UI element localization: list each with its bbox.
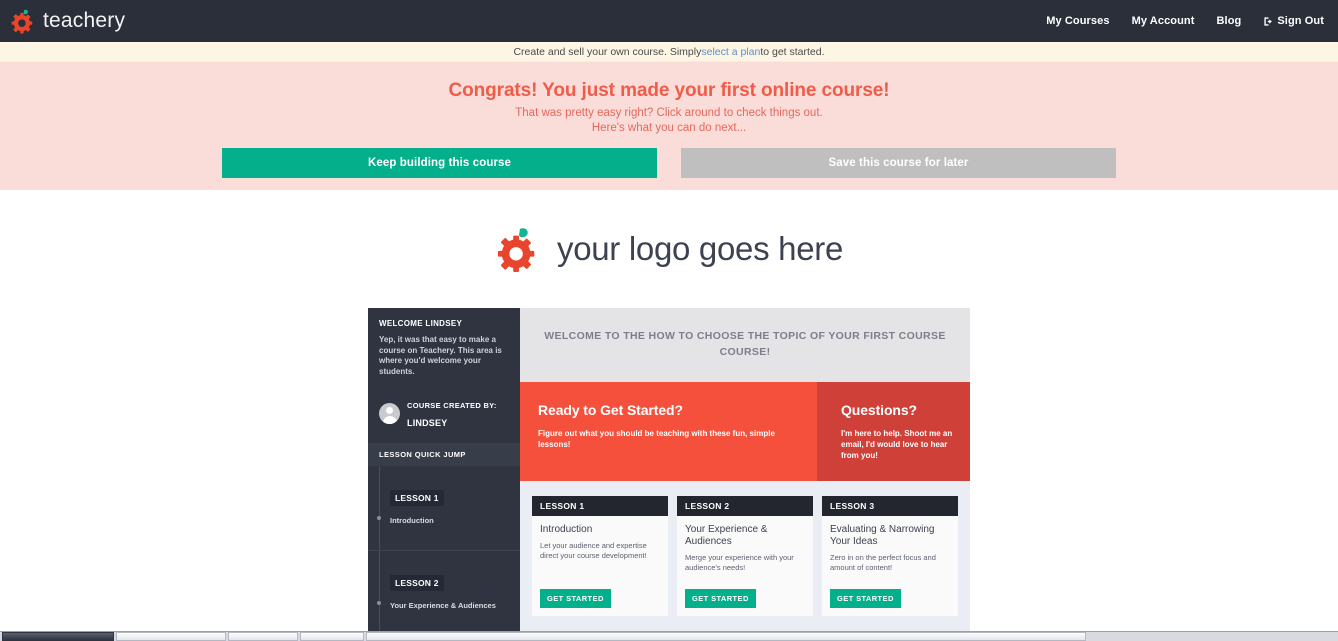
nav-link-my-courses[interactable]: My Courses: [1046, 15, 1109, 27]
course-welcome-text: WELCOME TO THE HOW TO CHOOSE THE TOPIC O…: [544, 330, 946, 358]
lesson-card-header: LESSON 1: [532, 496, 668, 516]
top-navigation-bar: teachery My Courses My Account Blog Sign…: [0, 0, 1338, 42]
lesson-card[interactable]: LESSON 2 Your Experience & Audiences Mer…: [677, 496, 813, 616]
get-started-button[interactable]: GET STARTED: [685, 589, 756, 608]
nav-links: My Courses My Account Blog Sign Out: [1046, 15, 1324, 27]
nav-link-my-account[interactable]: My Account: [1132, 15, 1195, 27]
brand-name: teachery: [43, 9, 126, 32]
questions-body: I'm here to help. Shoot me an email, I'd…: [841, 429, 953, 460]
ready-to-get-started-heading: Ready to Get Started?: [538, 402, 683, 418]
gear-apple-logo-icon: [495, 226, 541, 272]
brand-logo[interactable]: teachery: [10, 8, 125, 34]
questions-panel: Questions? I'm here to help. Shoot me an…: [817, 382, 970, 481]
os-taskbar[interactable]: [0, 631, 1338, 641]
taskbar-window-button[interactable]: [300, 632, 364, 641]
lesson-card-body: Introduction Let your audience and exper…: [532, 516, 668, 589]
ready-to-get-started-body: Figure out what you should be teaching w…: [538, 429, 775, 449]
lesson-card-description: Zero in on the perfect focus and amount …: [830, 553, 936, 572]
lesson-card-body: Evaluating & Narrowing Your Ideas Zero i…: [822, 516, 958, 589]
congrats-subtitle-line-2: Here's what you can do next...: [591, 122, 747, 134]
course-preview: WELCOME LINDSEY Yep, it was that easy to…: [368, 308, 970, 639]
lesson-card-title: Your Experience & Audiences: [685, 524, 768, 547]
taskbar-start-button[interactable]: [2, 632, 114, 641]
get-started-button[interactable]: GET STARTED: [540, 589, 611, 608]
get-started-button[interactable]: GET STARTED: [830, 589, 901, 608]
taskbar-window-button[interactable]: [366, 632, 1086, 641]
nav-link-sign-out[interactable]: Sign Out: [1263, 15, 1324, 27]
congrats-actions: Keep building this course Save this cour…: [0, 148, 1338, 178]
lesson-quick-jump-list: LESSON 1 Introduction LESSON 2 Your Expe…: [368, 466, 520, 639]
sign-out-icon: [1263, 16, 1274, 27]
taskbar-window-button[interactable]: [116, 632, 226, 641]
lesson-card-header: LESSON 3: [822, 496, 958, 516]
course-sidebar: WELCOME LINDSEY Yep, it was that easy to…: [368, 308, 520, 639]
keep-building-course-button[interactable]: Keep building this course: [222, 148, 657, 178]
lesson-card-body: Your Experience & Audiences Merge your e…: [677, 516, 813, 589]
course-author-block: COURSE CREATED BY: LINDSEY: [368, 385, 520, 443]
course-author-name: LINDSEY: [407, 418, 448, 428]
course-logo-placeholder[interactable]: your logo goes here: [0, 190, 1338, 308]
congrats-banner: Congrats! You just made your first onlin…: [0, 62, 1338, 190]
course-main-column: WELCOME TO THE HOW TO CHOOSE THE TOPIC O…: [520, 308, 970, 639]
sidebar-lesson-badge: LESSON 1: [390, 490, 444, 506]
course-created-by-label: COURSE CREATED BY:: [407, 401, 497, 410]
lesson-card-description: Merge your experience with your audience…: [685, 553, 794, 572]
congrats-title: Congrats! You just made your first onlin…: [448, 80, 890, 101]
course-welcome-bar: WELCOME TO THE HOW TO CHOOSE THE TOPIC O…: [520, 308, 970, 382]
sidebar-welcome-block: WELCOME LINDSEY Yep, it was that easy to…: [368, 308, 520, 385]
ready-to-get-started-panel: Ready to Get Started? Figure out what yo…: [520, 382, 817, 481]
lesson-card-header: LESSON 2: [677, 496, 813, 516]
logo-placeholder-text: your logo goes here: [557, 230, 843, 267]
lesson-card-description: Let your audience and expertise direct y…: [540, 541, 647, 560]
save-course-for-later-button[interactable]: Save this course for later: [681, 148, 1116, 178]
select-a-plan-link[interactable]: select a plan: [701, 46, 760, 58]
lesson-card-title: Introduction: [540, 524, 593, 535]
lesson-quick-jump-header: LESSON QUICK JUMP: [368, 443, 520, 466]
timeline-dot-icon: [376, 516, 381, 520]
gear-apple-logo-icon: [10, 8, 36, 34]
taskbar-window-button[interactable]: [228, 632, 298, 641]
lesson-cards: LESSON 1 Introduction Let your audience …: [520, 481, 970, 616]
sidebar-lesson-badge: LESSON 2: [390, 575, 444, 591]
sidebar-lesson-title: Your Experience & Audiences: [390, 601, 496, 610]
sidebar-welcome-title: WELCOME LINDSEY: [379, 319, 463, 328]
questions-heading: Questions?: [841, 402, 918, 418]
sidebar-lesson-title: Introduction: [390, 516, 434, 525]
plan-notice-before: Create and sell your own course. Simply: [513, 45, 702, 58]
lesson-card-title: Evaluating & Narrowing Your Ideas: [830, 524, 935, 547]
avatar: [379, 402, 400, 424]
sidebar-lesson-item[interactable]: LESSON 1 Introduction: [368, 466, 520, 551]
sidebar-welcome-body: Yep, it was that easy to make a course o…: [379, 335, 502, 376]
course-highlight-row: Ready to Get Started? Figure out what yo…: [520, 382, 970, 481]
plan-notice-strip: Create and sell your own course. Simply …: [0, 42, 1338, 62]
congrats-subtitle-line-1: That was pretty easy right? Click around…: [515, 107, 823, 119]
sign-out-label: Sign Out: [1277, 15, 1324, 27]
lesson-card[interactable]: LESSON 1 Introduction Let your audience …: [532, 496, 668, 616]
nav-link-blog[interactable]: Blog: [1217, 15, 1242, 27]
plan-notice-after: to get started.: [760, 45, 825, 58]
timeline-dot-icon: [376, 601, 381, 605]
sidebar-lesson-item[interactable]: LESSON 2 Your Experience & Audiences: [368, 551, 520, 636]
lesson-card[interactable]: LESSON 3 Evaluating & Narrowing Your Ide…: [822, 496, 958, 616]
